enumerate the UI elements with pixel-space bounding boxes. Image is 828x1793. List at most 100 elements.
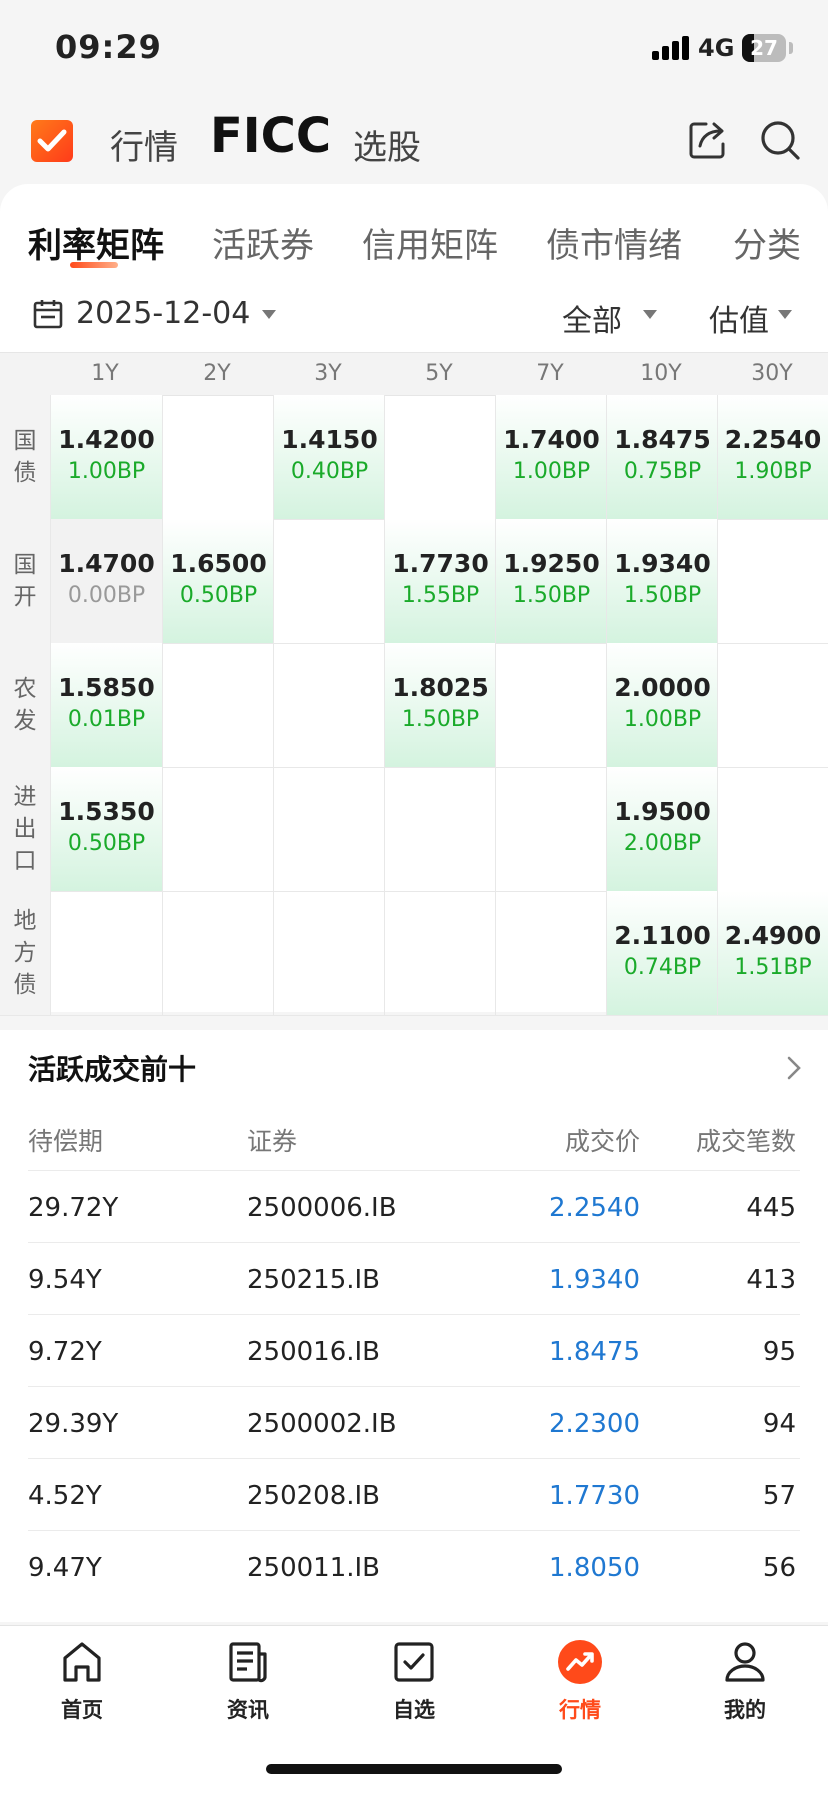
matrix-cell [717, 519, 828, 643]
header-price: 成交价 [564, 1127, 640, 1156]
cell-yield: 1.8025 [392, 673, 489, 702]
cell-security: 250016.IB [247, 1337, 381, 1367]
matrix-cell[interactable]: 1.9250 1.50BP [495, 519, 607, 643]
table-row[interactable]: 4.52Y 250208.IB 1.7730 57 [28, 1458, 800, 1531]
cell-yield: 1.9250 [503, 549, 600, 578]
matrix-cell[interactable]: 1.8025 1.50BP [384, 643, 496, 767]
matrix-row: 进出口 1.5350 0.50BP 1.9500 2.00BP [0, 767, 828, 892]
section-title: 活跃成交前十 [28, 1053, 197, 1086]
row-label-char: 农 [13, 676, 37, 702]
status-time: 09:29 [55, 28, 162, 66]
tab-bond-sentiment[interactable]: 债市情绪 [546, 218, 682, 267]
scope-selector[interactable]: 全部 [562, 296, 622, 340]
matrix-cell [50, 891, 162, 1015]
cell-change-bp: 1.00BP [512, 459, 591, 484]
cell-count: 413 [746, 1265, 796, 1295]
chevron-right-icon[interactable] [784, 1054, 804, 1082]
cell-change-bp: 1.50BP [623, 583, 702, 608]
matrix-row: 农发 1.5850 0.01BP 1.8025 1.50BP 2.0000 1.00BP [0, 643, 828, 768]
matrix-cell[interactable]: 1.7400 1.00BP [495, 395, 607, 519]
nav-market[interactable]: 行情 [525, 1638, 635, 1724]
table-row[interactable]: 29.72Y 2500006.IB 2.2540 445 [28, 1170, 800, 1243]
cell-yield: 1.5850 [58, 673, 155, 702]
matrix-cell [162, 767, 274, 891]
cell-change-bp: 1.51BP [734, 955, 812, 980]
table-row[interactable]: 29.39Y 2500002.IB 2.2300 94 [28, 1386, 800, 1459]
row-label: 地方债 [0, 891, 50, 1015]
column-header: 5Y [425, 361, 453, 386]
matrix-cell[interactable]: 1.4200 1.00BP [50, 395, 162, 519]
matrix-cell [162, 395, 274, 519]
cell-price: 2.2300 [549, 1409, 640, 1439]
column-header: 1Y [91, 361, 119, 386]
matrix-cell [717, 643, 828, 767]
matrix-cell [273, 891, 385, 1015]
list-header: 待偿期 证券 成交价 成交笔数 [0, 1122, 828, 1162]
nav-news[interactable]: 资讯 [193, 1638, 303, 1724]
matrix-cell[interactable]: 2.4900 1.51BP [717, 891, 828, 1015]
table-row[interactable]: 9.47Y 250011.IB 1.8050 56 [28, 1530, 800, 1603]
nav-home[interactable]: 首页 [27, 1638, 137, 1724]
matrix-cell[interactable]: 1.5850 0.01BP [50, 643, 162, 767]
metric-selector[interactable]: 估值 [709, 296, 769, 340]
matrix-cell[interactable]: 1.9500 2.00BP [606, 767, 718, 891]
top-app-bar: 行情 FICC 选股 [0, 100, 828, 184]
matrix-cell[interactable]: 1.9340 1.50BP [606, 519, 718, 643]
row-label-char: 进 [13, 784, 37, 810]
table-row[interactable]: 9.54Y 250215.IB 1.9340 413 [28, 1242, 800, 1315]
share-icon[interactable] [684, 116, 732, 164]
cell-yield: 2.4900 [724, 921, 822, 950]
calendar-icon[interactable] [32, 298, 64, 330]
cell-maturity: 29.39Y [28, 1409, 119, 1439]
cell-security: 250011.IB [247, 1553, 381, 1583]
matrix-cell [495, 643, 607, 767]
matrix-cell[interactable]: 1.4150 0.40BP [273, 395, 385, 519]
matrix-cell[interactable]: 1.5350 0.50BP [50, 767, 162, 891]
row-label: 农发 [0, 643, 50, 767]
matrix-cell[interactable]: 2.2540 1.90BP [717, 395, 828, 519]
cell-maturity: 29.72Y [28, 1193, 119, 1223]
matrix-cell [495, 767, 607, 891]
nav-watchlist[interactable]: 自选 [359, 1638, 469, 1724]
matrix-cell[interactable]: 1.6500 0.50BP [162, 519, 274, 643]
header-security: 证券 [247, 1127, 298, 1156]
signal-icon [652, 36, 692, 60]
table-row[interactable]: 9.72Y 250016.IB 1.8475 95 [28, 1314, 800, 1387]
app-logo-icon[interactable] [31, 120, 73, 162]
scope-dropdown-icon[interactable] [643, 310, 657, 319]
matrix-header: 1Y 2Y 3Y 5Y 7Y 10Y 30Y [0, 352, 828, 396]
tab-credit-matrix[interactable]: 信用矩阵 [362, 218, 498, 267]
nav-tab-market[interactable]: 行情 [110, 120, 178, 169]
matrix-cell[interactable]: 1.7730 1.55BP [384, 519, 496, 643]
matrix-cell[interactable]: 2.0000 1.00BP [606, 643, 718, 767]
matrix-cell[interactable]: 2.1100 0.74BP [606, 891, 718, 1015]
column-header: 30Y [751, 361, 793, 386]
cell-security: 2500002.IB [247, 1409, 397, 1439]
status-bar: 09:29 4G 27 [0, 0, 828, 100]
cell-change-bp: 1.00BP [623, 707, 702, 732]
row-label-char: 发 [13, 708, 37, 734]
tab-active-bonds[interactable]: 活跃券 [212, 218, 314, 267]
metric-dropdown-icon[interactable] [778, 310, 792, 319]
tab-rate-matrix[interactable]: 利率矩阵 [28, 218, 164, 267]
search-icon[interactable] [756, 116, 804, 164]
tab-category[interactable]: 分类 [733, 218, 801, 267]
cell-change-bp: 0.01BP [67, 707, 146, 732]
row-label-char: 国 [13, 552, 37, 578]
nav-tab-stock-picker[interactable]: 选股 [353, 120, 421, 169]
cell-yield: 1.6500 [170, 549, 267, 578]
matrix-cell[interactable]: 1.4700 0.00BP [50, 519, 162, 643]
column-header: 3Y [314, 361, 342, 386]
home-indicator [266, 1764, 562, 1774]
matrix-cell[interactable]: 1.8475 0.75BP [606, 395, 718, 519]
date-dropdown-icon[interactable] [262, 310, 276, 319]
cell-price: 1.9340 [549, 1265, 640, 1295]
nav-news-label: 资讯 [227, 1698, 269, 1722]
date-selector[interactable]: 2025-12-04 [76, 296, 250, 331]
nav-tab-ficc[interactable]: FICC [210, 108, 331, 164]
battery-icon: 27 [742, 34, 786, 62]
nav-profile[interactable]: 我的 [690, 1638, 800, 1724]
cell-maturity: 4.52Y [28, 1481, 102, 1511]
header-count: 成交笔数 [695, 1127, 796, 1156]
row-label-char: 地 [13, 908, 37, 934]
